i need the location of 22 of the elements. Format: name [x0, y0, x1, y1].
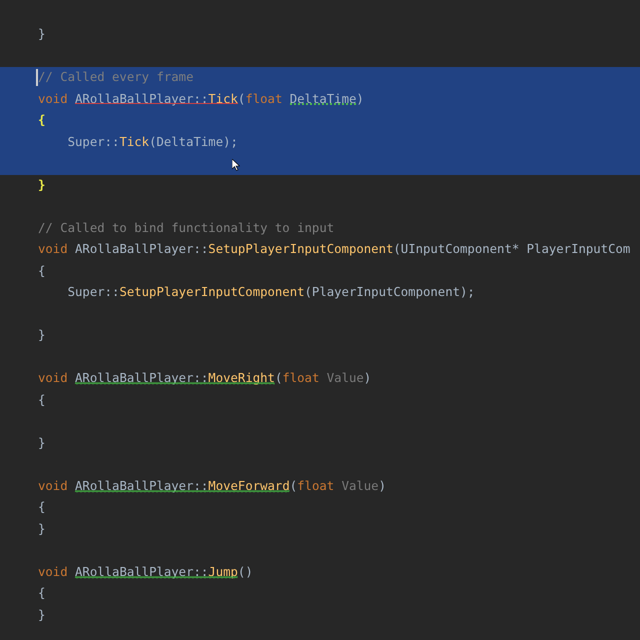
code-line: {	[38, 585, 46, 602]
mouse-pointer-icon	[232, 159, 240, 171]
code-line: void ARollaBallPlayer::MoveForward(float Value)	[38, 478, 386, 494]
code-line: {	[38, 262, 46, 280]
code-line: }	[38, 176, 46, 194]
code-line: {	[38, 499, 46, 516]
code-line: }	[38, 434, 46, 452]
code-line: {	[38, 112, 46, 129]
code-line: }	[38, 327, 46, 344]
code-line: }	[38, 26, 46, 43]
code-line: {	[38, 392, 46, 408]
code-line: Super::SetupPlayerInputComponent(PlayerInputComponent);	[66, 284, 475, 301]
dotted-underline	[290, 102, 356, 104]
code-line: }	[38, 520, 46, 538]
code-line: void ARollaBallPlayer::Jump()	[38, 564, 253, 580]
code-line: // Called to bind functionality to input	[38, 220, 334, 236]
code-line: // Called every frame	[38, 69, 194, 86]
code-line: Super::Tick(DeltaTime);	[66, 134, 238, 150]
code-line: }	[38, 606, 46, 624]
code-line: void ARollaBallPlayer::Tick(float DeltaTime)	[38, 90, 364, 108]
code-line: void ARollaBallPlayer::SetupPlayerInputComponent(UInputComponent* PlayerInputCom	[38, 241, 630, 258]
code-line: void ARollaBallPlayer::MoveRight(float Value)	[38, 370, 372, 387]
